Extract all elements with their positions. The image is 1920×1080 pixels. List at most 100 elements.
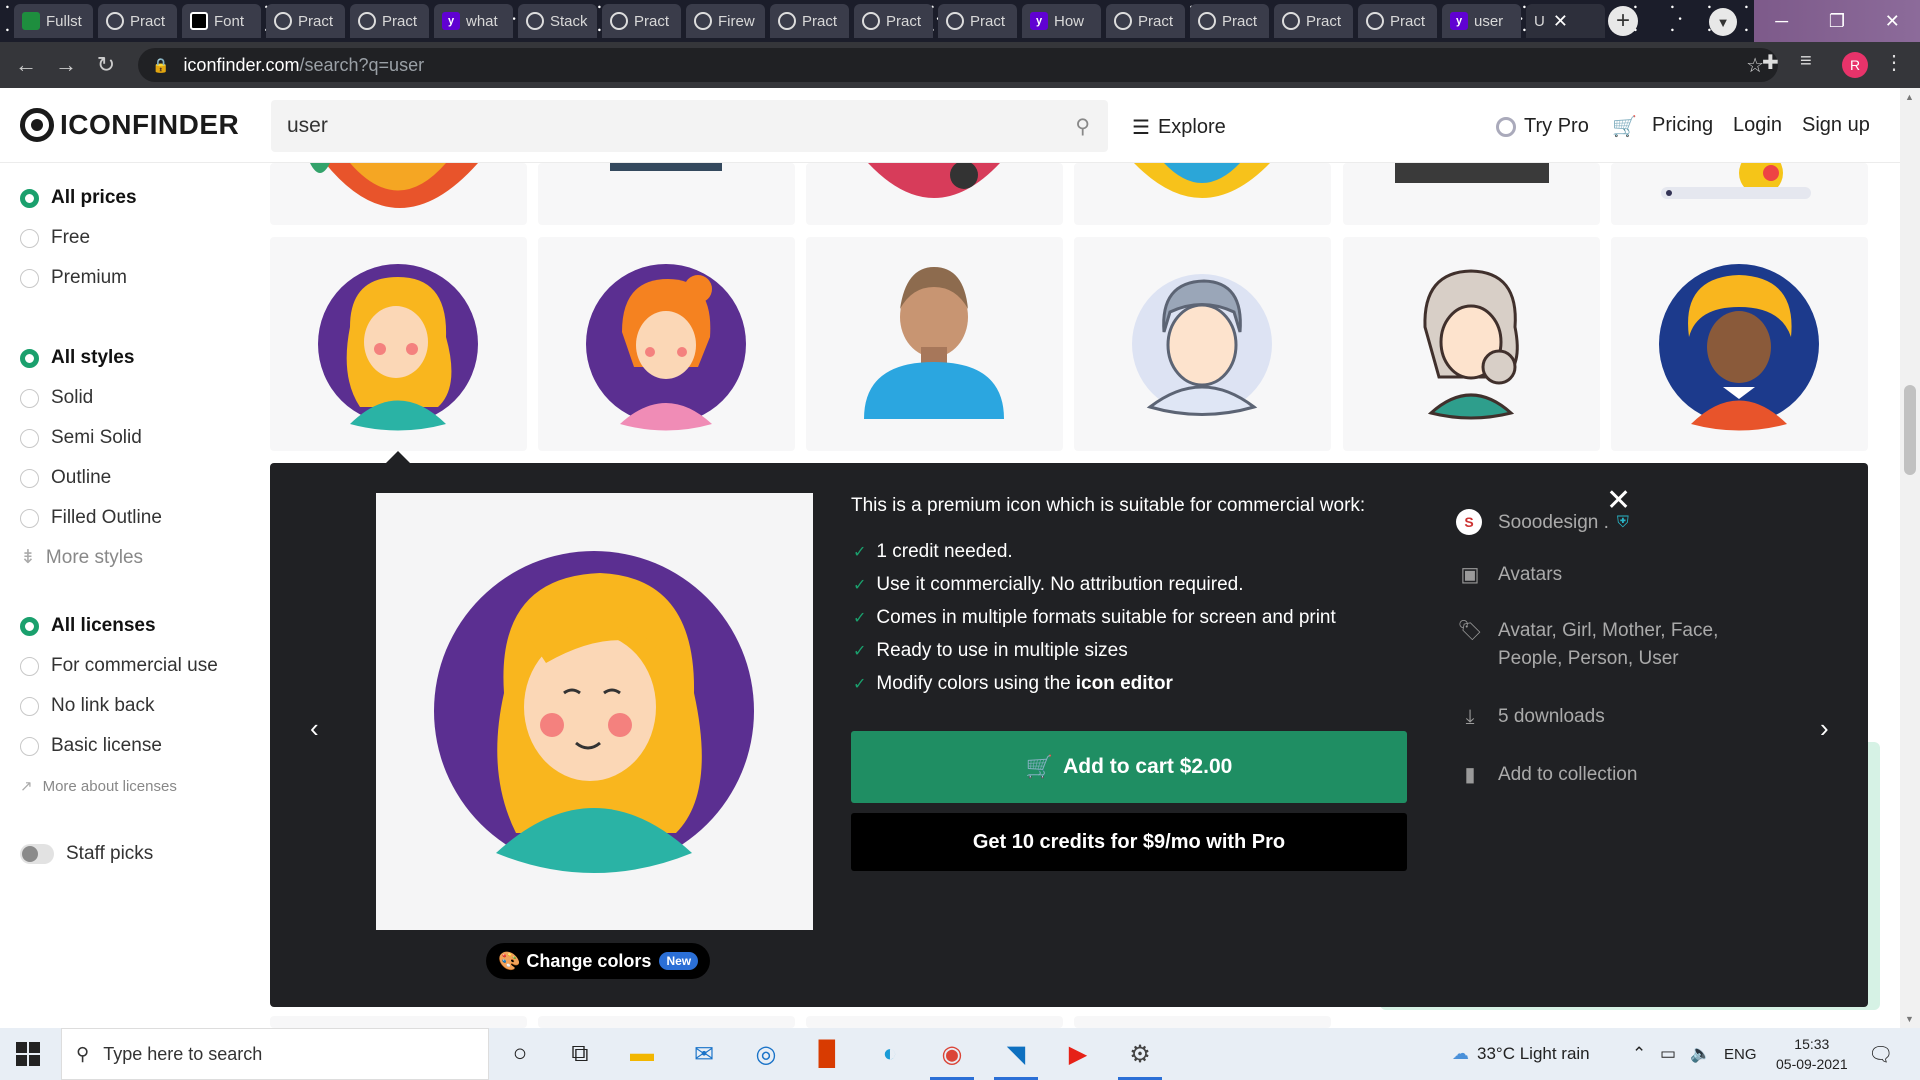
filter-commercial-use[interactable]: For commercial use [20, 655, 218, 677]
pricing-link[interactable]: Pricing [1652, 114, 1713, 137]
browser-tab[interactable]: Pract [266, 4, 345, 38]
explore-menu[interactable]: ☰ Explore [1132, 115, 1226, 140]
maximize-icon[interactable]: ❐ [1809, 0, 1864, 42]
icon-card[interactable] [538, 1016, 795, 1028]
browser-menu-icon[interactable]: ⋮ [1884, 50, 1904, 75]
extensions-icon[interactable]: ✚ [1762, 50, 1779, 75]
cart-icon[interactable]: 🛒 [1612, 114, 1637, 139]
author-link[interactable]: S Sooodesign . ⛨ [1456, 509, 1629, 537]
scroll-up-icon[interactable]: ▲ [1905, 92, 1914, 102]
browser-tab[interactable]: Pract [938, 4, 1017, 38]
add-to-cart-button[interactable]: 🛒 Add to cart $2.00 [851, 731, 1407, 803]
login-link[interactable]: Login [1733, 114, 1782, 137]
iconfinder-logo[interactable]: ICONFINDER [20, 108, 239, 142]
filter-premium[interactable]: Premium [20, 267, 127, 289]
filter-filled-outline[interactable]: Filled Outline [20, 507, 162, 529]
browser-tab[interactable]: Font [182, 4, 261, 38]
next-icon-arrow[interactable]: › [1820, 713, 1829, 744]
minimize-icon[interactable]: ─ [1754, 0, 1809, 42]
taskbar-search[interactable]: ⚲ Type here to search [61, 1028, 489, 1080]
close-window-icon[interactable]: ✕ [1865, 0, 1920, 42]
windows-start-icon[interactable] [16, 1042, 40, 1066]
network-icon[interactable]: ▭ [1660, 1028, 1676, 1080]
try-pro-link[interactable]: Try Pro [1496, 115, 1589, 138]
tray-chevron-icon[interactable]: ⌃ [1632, 1028, 1646, 1080]
browser-tab[interactable]: Pract [1106, 4, 1185, 38]
icon-card[interactable] [1611, 163, 1868, 225]
icon-card[interactable] [538, 237, 795, 451]
icon-card[interactable] [806, 1016, 1063, 1028]
weather-widget[interactable]: ☁ 33°C Light rain [1452, 1028, 1590, 1080]
profile-avatar[interactable]: R [1842, 52, 1868, 78]
icon-card[interactable] [1074, 163, 1331, 225]
page-scrollbar[interactable]: ▲ ▼ [1900, 88, 1920, 1028]
previous-icon-arrow[interactable]: ‹ [310, 713, 319, 744]
icon-card[interactable] [806, 163, 1063, 225]
language-indicator[interactable]: ENG [1724, 1028, 1757, 1080]
file-explorer-icon[interactable]: ▬ [614, 1028, 670, 1080]
volume-icon[interactable]: 🔈 [1690, 1028, 1711, 1080]
filter-all-licenses[interactable]: All licenses [20, 615, 156, 637]
staff-picks-toggle-row[interactable]: Staff picks [20, 843, 153, 865]
more-about-licenses-link[interactable]: ↗ More about licenses [20, 777, 177, 796]
taskbar-clock[interactable]: 15:33 05-09-2021 [1776, 1034, 1848, 1074]
icon-card[interactable] [1611, 237, 1868, 451]
filter-outline[interactable]: Outline [20, 467, 111, 489]
browser-tab[interactable]: Firew [686, 4, 765, 38]
filter-all-styles[interactable]: All styles [20, 347, 134, 369]
filter-no-link-back[interactable]: No link back [20, 695, 155, 717]
get-pro-button[interactable]: Get 10 credits for $9/mo with Pro [851, 813, 1407, 871]
icon-card[interactable] [1074, 237, 1331, 451]
browser-tab[interactable]: y user [1442, 4, 1521, 38]
browser-tab[interactable]: y How [1022, 4, 1101, 38]
new-tab-button[interactable]: + [1608, 6, 1638, 36]
scroll-down-icon[interactable]: ▼ [1905, 1014, 1914, 1024]
search-input[interactable] [287, 114, 1047, 138]
browser-tab[interactable]: Pract [1358, 4, 1437, 38]
reading-list-icon[interactable]: ≡ [1800, 50, 1812, 73]
browser-tab[interactable]: Stack [518, 4, 597, 38]
icon-card[interactable] [270, 237, 527, 451]
tags-line[interactable]: Avatar, Girl, Mother, Face, [1498, 620, 1718, 641]
change-colors-button[interactable]: 🎨 Change colors New [486, 943, 711, 979]
add-to-collection-button[interactable]: ▮ Add to collection [1456, 761, 1637, 789]
more-styles-link[interactable]: ⇟ More styles [20, 546, 143, 569]
browser-tab[interactable]: Pract [770, 4, 849, 38]
vscode-icon[interactable]: ◥ [988, 1028, 1044, 1080]
forward-icon[interactable]: → [46, 52, 86, 78]
browser-tab[interactable]: Pract [350, 4, 429, 38]
browser-tab[interactable]: y what [434, 4, 513, 38]
settings-gear-icon[interactable]: ⚙ [1112, 1028, 1168, 1080]
icon-card[interactable] [1343, 163, 1600, 225]
mail-icon[interactable]: ✉ [676, 1028, 732, 1080]
search-icon[interactable]: ⚲ [1075, 114, 1090, 139]
signup-link[interactable]: Sign up [1802, 114, 1870, 137]
safari-like-icon[interactable]: ◎ [738, 1028, 794, 1080]
filter-semi-solid[interactable]: Semi Solid [20, 427, 142, 449]
reload-icon[interactable]: ↻ [86, 52, 126, 78]
browser-tab[interactable]: Pract [1190, 4, 1269, 38]
youtube-icon[interactable]: ▶ [1050, 1028, 1106, 1080]
office-icon[interactable]: ▉ [800, 1028, 856, 1080]
iconset-link[interactable]: ▣ Avatars [1456, 561, 1563, 589]
browser-tab[interactable]: U ✕ [1526, 4, 1605, 38]
icon-card[interactable] [270, 163, 527, 225]
tab-search-icon[interactable]: ▼ [1709, 8, 1737, 36]
close-panel-icon[interactable]: ✕ [1606, 483, 1631, 518]
filter-basic-license[interactable]: Basic license [20, 735, 162, 757]
edge-icon[interactable]: ◐ [862, 1028, 918, 1080]
filter-solid[interactable]: Solid [20, 387, 93, 409]
tags-line[interactable]: People, Person, User [1498, 648, 1679, 669]
icon-card[interactable] [806, 237, 1063, 451]
browser-tab[interactable]: Pract [1274, 4, 1353, 38]
chrome-icon[interactable]: ◉ [924, 1028, 980, 1080]
browser-tab[interactable]: Pract [854, 4, 933, 38]
address-bar[interactable]: 🔒 iconfinder.com/search?q=user ☆ [138, 48, 1778, 82]
notifications-icon[interactable]: 🗨 [1868, 1042, 1893, 1067]
browser-tab[interactable]: Pract [98, 4, 177, 38]
icon-card[interactable] [270, 1016, 527, 1028]
browser-tab[interactable]: Pract [602, 4, 681, 38]
tab-close-icon[interactable]: ✕ [1553, 11, 1568, 32]
task-view-icon[interactable]: ⧉ [552, 1028, 608, 1080]
browser-tab[interactable]: Fullst [14, 4, 93, 38]
